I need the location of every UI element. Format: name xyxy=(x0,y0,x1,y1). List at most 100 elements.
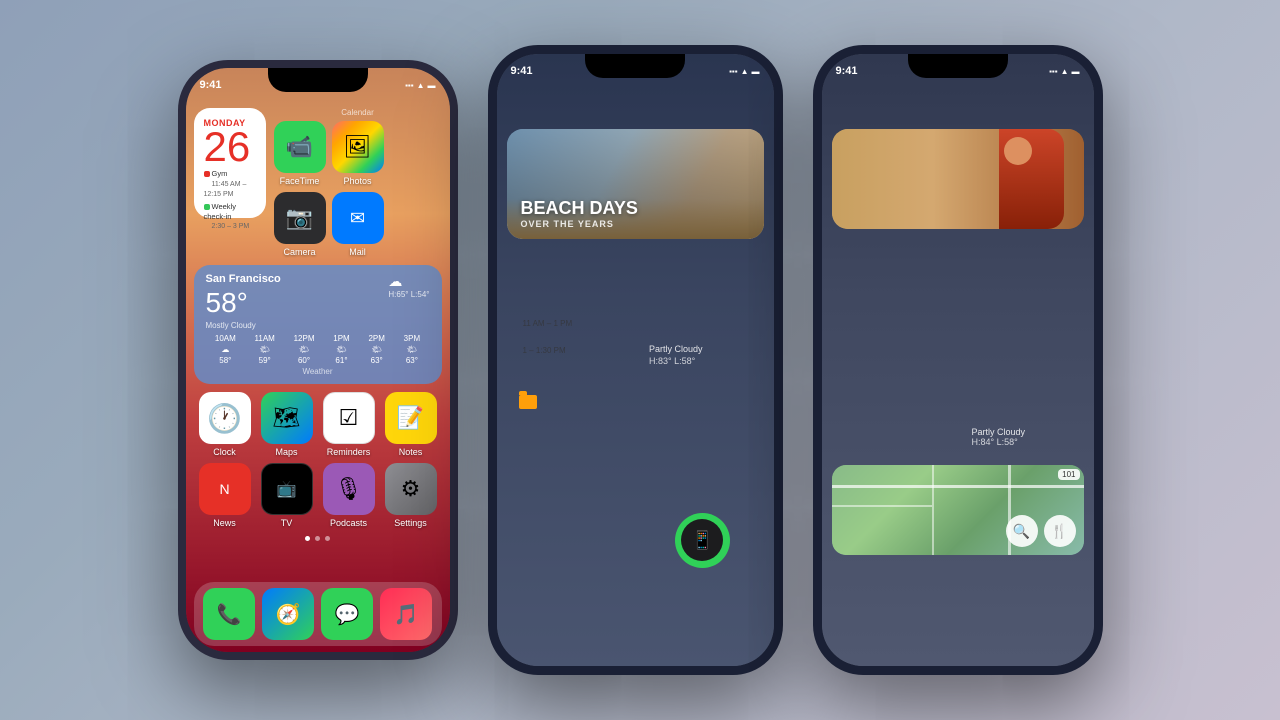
safari-icon: 🧭 xyxy=(262,588,314,640)
maps-overlay: 🔍 🍴 xyxy=(1006,515,1076,547)
weather-left-1: San Francisco 58° Mostly Cloudy xyxy=(206,273,281,330)
beach-overlay: BEACH DAYS OVER THE YEARS xyxy=(507,129,764,239)
app-maps[interactable]: 🗺 Maps xyxy=(261,392,313,457)
dot-1 xyxy=(305,536,310,541)
calendar-label: Calendar xyxy=(274,108,442,117)
app-mail[interactable]: ✉ Mail xyxy=(332,192,384,257)
status-icons-3: ▪▪▪ ▲ ▬ xyxy=(1049,67,1079,76)
weather-hour-3: 1PM🌤61° xyxy=(333,334,349,365)
wbw-hilow: H:84° L:58° xyxy=(972,437,1074,447)
maps-food-icon: 🍴 xyxy=(1051,523,1068,540)
status-time-3: 9:41 xyxy=(836,65,858,77)
app-grid-1: Calendar 📹 FaceTime 🖼 Photos 📷 xyxy=(274,108,442,257)
app-clock[interactable]: 🕐 Clock xyxy=(199,392,251,457)
app-reminders[interactable]: ☑ Reminders xyxy=(323,392,375,457)
maps-food-btn[interactable]: 🍴 xyxy=(1044,515,1076,547)
app-settings[interactable]: ⚙ Settings xyxy=(385,463,437,528)
phone-1: 9:41 ▪▪▪ ▲ ▬ Monday 26 Gym 11:45 AM – 12… xyxy=(178,60,458,660)
notch-3 xyxy=(908,54,1008,78)
weather-top-1: San Francisco 58° Mostly Cloudy ☁ H:65° … xyxy=(206,273,430,330)
app-camera[interactable]: 📷 Camera xyxy=(274,192,326,257)
podcasts-label: Podcasts xyxy=(330,518,367,528)
phone-2: 9:41 ▪▪▪ ▲ ▬ 🔍 Search BEACH DAYS OVER TH… xyxy=(488,45,783,675)
wsw-hilow: H:83° L:58° xyxy=(649,356,754,366)
cal-event-1: Gym 11:45 AM – 12:15 PM xyxy=(204,169,256,199)
cal-date-1: 26 xyxy=(204,126,256,168)
page-dots-1 xyxy=(194,536,442,541)
wifi-icon-1: ▲ xyxy=(417,81,425,90)
app-row-3: N News 📺 TV 🎙 Podcasts ⚙ Settings xyxy=(194,463,442,528)
facetime-label: FaceTime xyxy=(280,176,320,186)
weather-hilow-1: H:65° L:54° xyxy=(388,290,429,299)
status-time-1: 9:41 xyxy=(200,79,222,91)
dock-1: 📞 🧭 💬 🎵 xyxy=(194,582,442,646)
weather-hour-1: 11AM🌤59° xyxy=(255,334,275,365)
phone-1-screen: 9:41 ▪▪▪ ▲ ▬ Monday 26 Gym 11:45 AM – 12… xyxy=(186,68,450,652)
dot-2 xyxy=(315,536,320,541)
battery-circle: 📱 xyxy=(675,513,730,568)
app-news[interactable]: N News xyxy=(199,463,251,528)
app-facetime[interactable]: 📹 FaceTime xyxy=(274,121,326,186)
tv-label: TV xyxy=(281,518,293,528)
weather-temp-1: 58° xyxy=(206,287,281,319)
signal-icon-3: ▪▪▪ xyxy=(1049,67,1058,76)
camera-icon: 📷 xyxy=(274,192,326,244)
maps-label: Maps xyxy=(275,447,297,457)
dock-music[interactable]: 🎵 xyxy=(380,588,432,640)
battery-device-icon: 📱 xyxy=(691,530,713,551)
messages-icon: 💬 xyxy=(321,588,373,640)
notch-1 xyxy=(268,68,368,92)
maps-search-icon: 🔍 xyxy=(1013,523,1030,540)
phone-3: 9:41 ▪▪▪ ▲ ▬ 🔍 Search Welcome to the Mad… xyxy=(813,45,1103,675)
dot-3 xyxy=(325,536,330,541)
app-notes-1[interactable]: 📝 Notes xyxy=(385,392,437,457)
map-road-h1 xyxy=(832,485,1084,488)
app-photos[interactable]: 🖼 Photos xyxy=(332,121,384,186)
photos-label: Photos xyxy=(343,176,371,186)
beach-sub: OVER THE YEARS xyxy=(521,219,750,229)
dock-messages[interactable]: 💬 xyxy=(321,588,373,640)
notes-folder-icon xyxy=(519,395,537,409)
settings-icon: ⚙ xyxy=(385,463,437,515)
mail-icon: ✉ xyxy=(332,192,384,244)
app-row-2: 🕐 Clock 🗺 Maps ☑ Reminders 📝 Notes xyxy=(194,392,442,457)
clock-icon: 🕐 xyxy=(199,392,251,444)
map-road-v1 xyxy=(932,465,934,555)
phone-2-screen: 9:41 ▪▪▪ ▲ ▬ 🔍 Search BEACH DAYS OVER TH… xyxy=(497,54,774,666)
weather-right-1: ☁ H:65° L:54° xyxy=(388,273,429,299)
phone-1-content: Monday 26 Gym 11:45 AM – 12:15 PM Weekly… xyxy=(186,100,450,652)
maps-widget-3: 101 🔍 🍴 xyxy=(832,465,1084,555)
weather-hours-1: 10AM☁58° 11AM🌤59° 12PM🌤60° 1PM🌤61° 2PM🌤6… xyxy=(206,334,430,365)
tv-icon: 📺 xyxy=(261,463,313,515)
maps-icon: 🗺 xyxy=(261,392,313,444)
photo-widget-3 xyxy=(832,129,1084,229)
settings-label: Settings xyxy=(394,518,427,528)
wbw-desc: Partly Cloudy xyxy=(972,427,1074,437)
wsw-desc: Partly Cloudy xyxy=(649,344,754,354)
weather-label-1: Weather xyxy=(206,367,430,376)
wifi-icon-3: ▲ xyxy=(1061,67,1069,76)
status-icons-1: ▪▪▪ ▲ ▬ xyxy=(405,81,435,90)
podcasts-icon: 🎙 xyxy=(323,463,375,515)
cal-dot-1 xyxy=(204,171,210,177)
signal-icon-2: ▪▪▪ xyxy=(729,67,738,76)
facetime-icon: 📹 xyxy=(274,121,326,173)
maps-search-btn[interactable]: 🔍 xyxy=(1006,515,1038,547)
cal-dot-2 xyxy=(204,204,210,210)
reminders-icon: ☑ xyxy=(323,392,375,444)
mail-label: Mail xyxy=(349,247,366,257)
dock-phone[interactable]: 📞 xyxy=(203,588,255,640)
signal-icon-1: ▪▪▪ xyxy=(405,81,414,90)
notch-2 xyxy=(585,54,685,78)
news-icon: N xyxy=(199,463,251,515)
app-tv[interactable]: 📺 TV xyxy=(261,463,313,528)
weather-hour-0: 10AM☁58° xyxy=(215,334,236,365)
weather-widget-1: San Francisco 58° Mostly Cloudy ☁ H:65° … xyxy=(194,265,442,384)
weather-desc-1: Mostly Cloudy xyxy=(206,321,281,330)
reminders-label: Reminders xyxy=(327,447,371,457)
csw-event-time-2: 1 – 1:30 PM xyxy=(523,346,576,355)
csw-event-time-1: 11 AM – 1 PM xyxy=(523,319,585,328)
app-podcasts[interactable]: 🎙 Podcasts xyxy=(323,463,375,528)
dock-safari[interactable]: 🧭 xyxy=(262,588,314,640)
weather-hour-5: 3PM🌤63° xyxy=(404,334,420,365)
